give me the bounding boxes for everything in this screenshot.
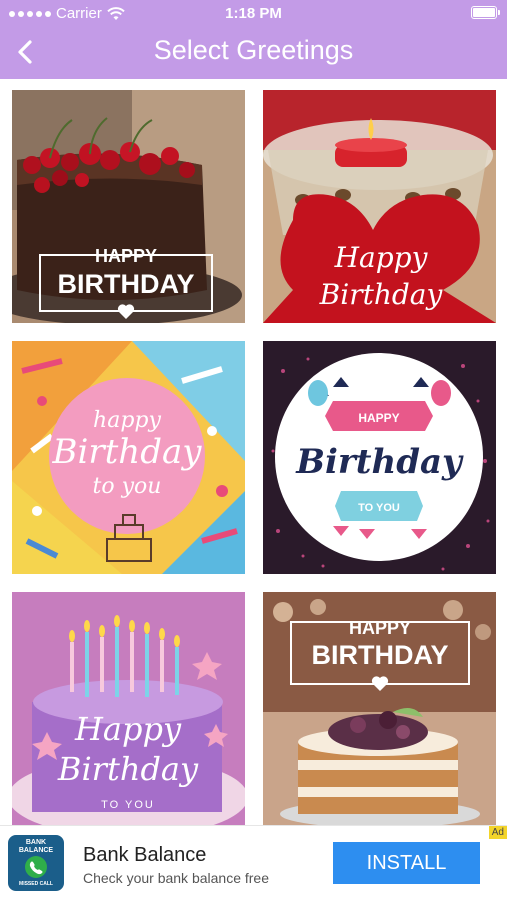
status-time: 1:18 PM: [225, 5, 282, 22]
card-text-line2: Birthday: [57, 750, 199, 788]
card-text-line1: happy: [93, 408, 161, 433]
ad-badge: Ad: [488, 826, 507, 839]
card-text-line2: BIRTHDAY: [311, 640, 448, 670]
card-text-line2: Birthday: [319, 278, 444, 311]
app-header: Carrier 1:18 PM Select Greetings: [0, 0, 507, 79]
app-icon-text-2: BALANCE: [18, 847, 54, 854]
greeting-card-purple-cake[interactable]: Happy Birthday TO YOU: [12, 592, 245, 825]
ad-subtitle: Check your bank balance free: [83, 870, 269, 886]
card-text-line1: HAPPY: [349, 618, 411, 638]
battery-icon: [471, 6, 500, 19]
bank-balance-app-icon: BANK BALANCE MISSED CALL: [8, 835, 64, 891]
card-text-line1: HAPPY: [95, 246, 157, 266]
greeting-card-chocolate-cake[interactable]: HAPPY BIRTHDAY: [12, 90, 245, 323]
card-text-line1: Happy: [334, 241, 429, 274]
greeting-card-bunting-circle[interactable]: HAPPY Birthday TO YOU: [263, 341, 496, 574]
card-text-line2: Birthday: [52, 432, 203, 472]
card-text-line1: HAPPY: [358, 411, 399, 425]
card-text-line2: Birthday: [295, 442, 464, 482]
install-button[interactable]: INSTALL: [333, 842, 480, 884]
card-text-line3: to you: [93, 474, 162, 499]
greeting-card-pink-circle[interactable]: happy Birthday to you: [12, 341, 245, 574]
phone-icon: [25, 856, 47, 878]
app-icon-text-3: MISSED CALL: [19, 881, 53, 887]
ad-banner[interactable]: BANK BALANCE MISSED CALL Bank Balance Ch…: [0, 825, 507, 900]
page-title: Select Greetings: [153, 35, 354, 65]
card-text-line3: TO YOU: [358, 502, 400, 514]
status-bar: Carrier 1:18 PM: [0, 0, 507, 26]
card-text-line1: Happy: [74, 710, 182, 748]
card-text-line2: BIRTHDAY: [57, 269, 194, 299]
app-icon-text-1: BANK: [25, 839, 47, 846]
greeting-card-layer-cake[interactable]: HAPPY BIRTHDAY: [263, 592, 496, 825]
navigation-bar: Select Greetings: [0, 26, 507, 79]
greeting-card-candle-heart[interactable]: Happy Birthday: [263, 90, 496, 323]
ad-title: Bank Balance: [83, 844, 207, 866]
card-text-line3: TO YOU: [101, 799, 155, 811]
